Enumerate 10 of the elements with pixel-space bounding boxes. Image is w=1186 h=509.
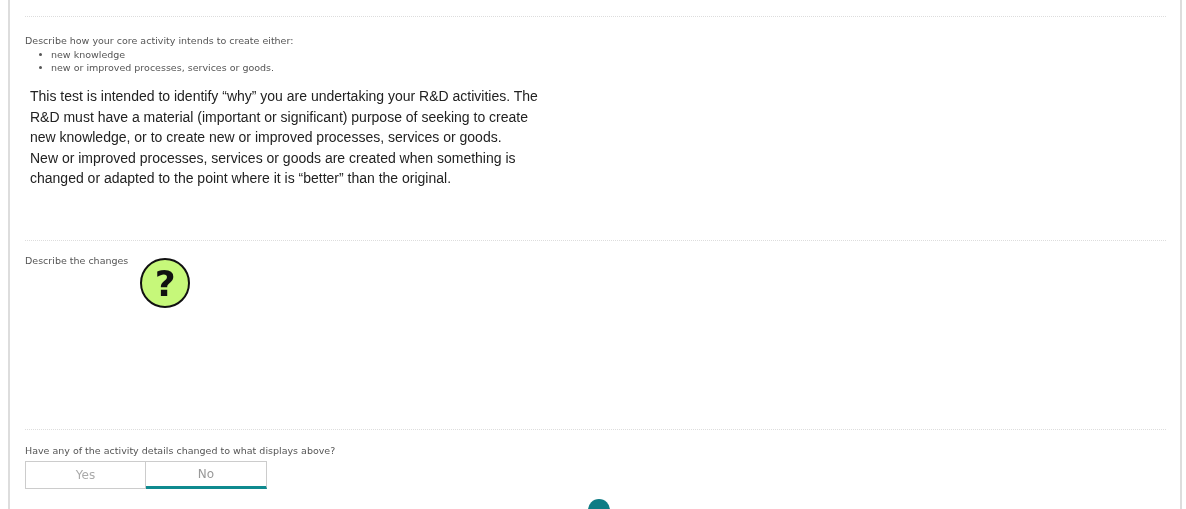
list-item: new knowledge xyxy=(51,48,126,61)
field-label: Have any of the activity details changed to what displays above? xyxy=(25,445,337,456)
toggle-option[interactable]: No xyxy=(146,461,267,489)
field-label: Describe how your core activity intends to create either: xyxy=(25,35,295,46)
list-item: new or improved processes, services or goods. xyxy=(51,61,275,74)
field-label: Describe the changes xyxy=(25,255,129,266)
guidance-text: This test is intended to identify “why” you are undertaking your R&D activities. The R&D must have a material (important or significant) purpose of seeking to create new knowledge, or to create new or improved processes, services or goods. xyxy=(30,87,539,147)
help-icon[interactable]: ? xyxy=(140,258,191,308)
toggle-option[interactable]: Yes xyxy=(25,461,146,489)
guidance-text: New or improved processes, services or goods are created when something is changed or adapted to the point where it is “better” than the original. xyxy=(30,148,517,188)
